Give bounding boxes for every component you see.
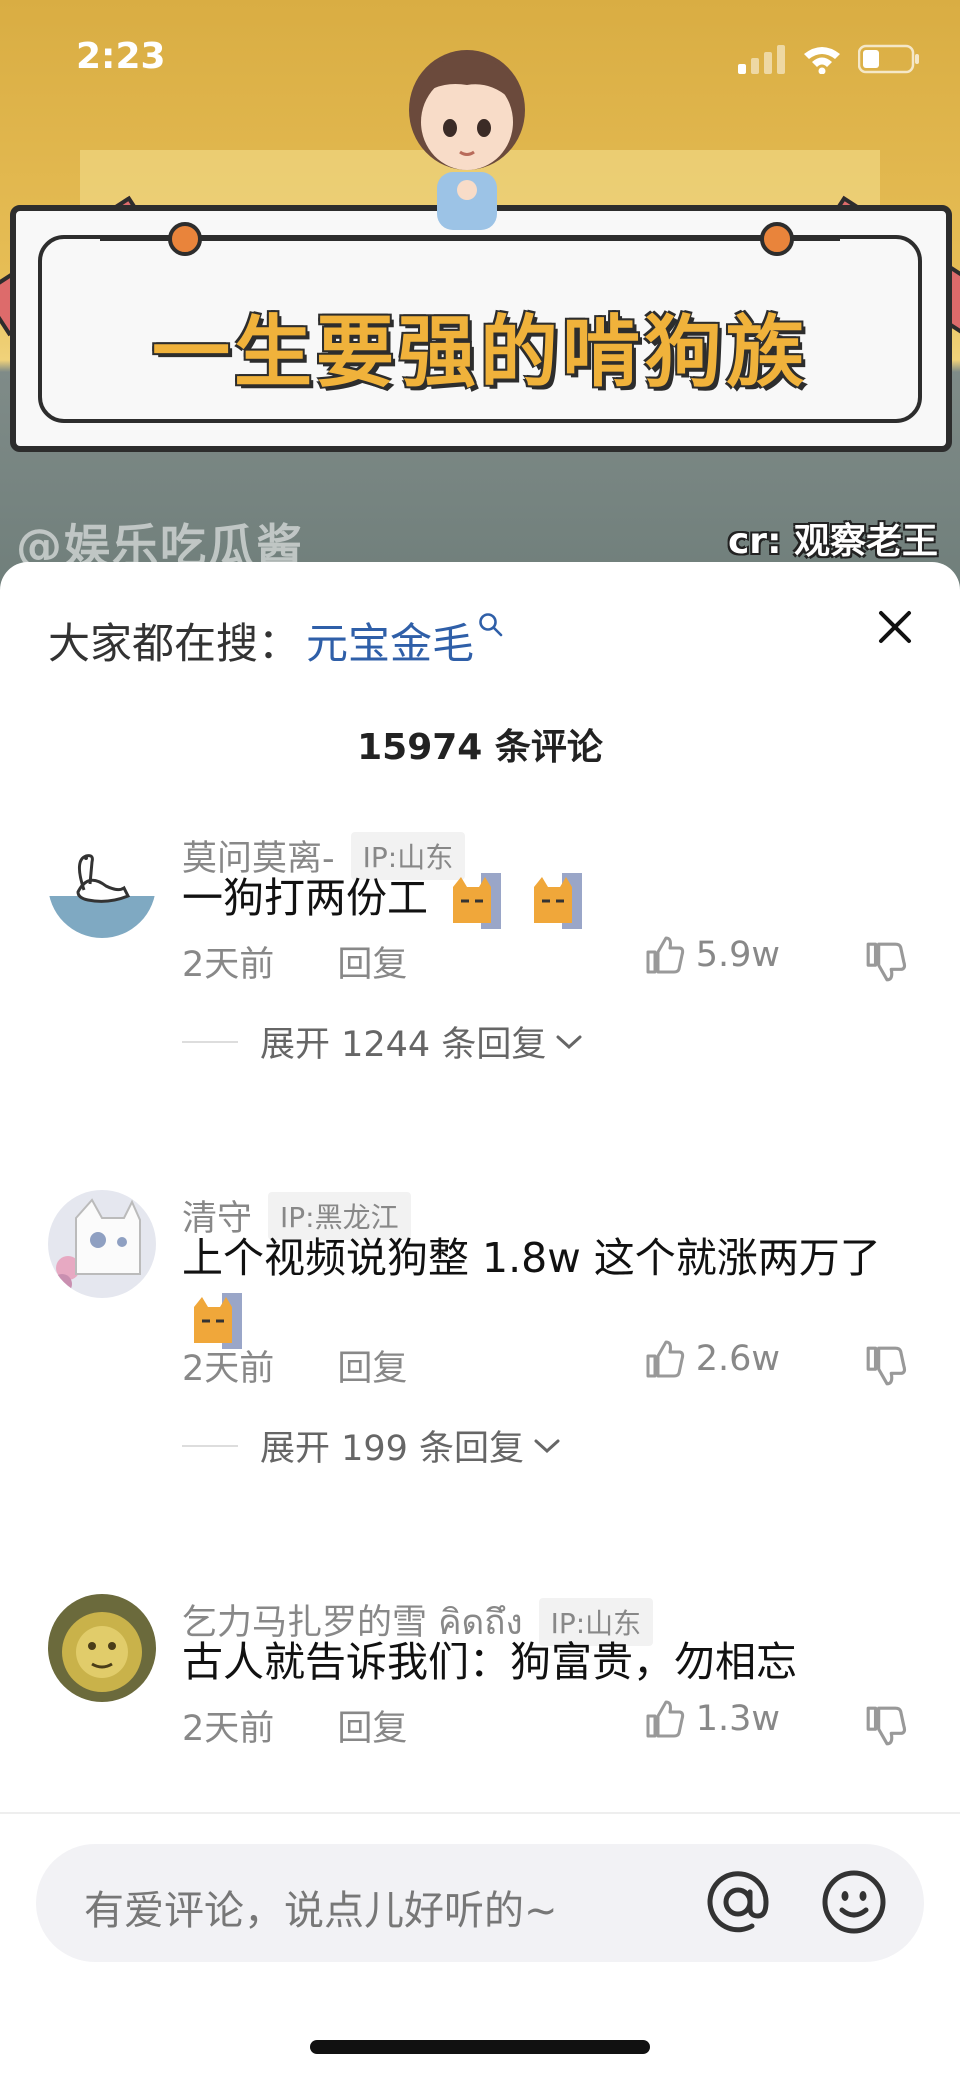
thumbs-up-icon [646, 1340, 684, 1378]
home-indicator[interactable] [310, 2040, 650, 2054]
cat-emoji-icon [453, 873, 502, 929]
video-credit: cr: 观察老王 [727, 521, 938, 562]
thumbs-down-icon[interactable] [864, 940, 908, 984]
reply-button[interactable]: 回复 [337, 945, 407, 985]
trending-keyword-link[interactable]: 元宝金毛 [306, 619, 474, 668]
expand-replies-button[interactable]: 展开 199 条回复 [182, 1420, 562, 1471]
expand-replies-label: 展开 1244 条回复 [260, 1025, 547, 1065]
comment-text: 上个视频说狗整 1.8w 这个就涨两万了 [182, 1228, 902, 1349]
avatar[interactable] [48, 1594, 156, 1702]
smile-icon[interactable] [818, 1866, 890, 1938]
cat-emoji-icon [534, 873, 583, 929]
chevron-down-icon [556, 1035, 582, 1049]
chevron-down-icon [534, 1439, 560, 1453]
thumbs-up-icon [646, 1700, 684, 1738]
comment-input-placeholder: 有爱评论，说点儿好听的~ [84, 1888, 558, 1934]
trending-search[interactable]: 大家都在搜： 元宝金毛 [48, 610, 504, 671]
sign-pin-left [168, 222, 202, 256]
sign-rope [100, 236, 840, 241]
close-icon[interactable] [868, 600, 922, 654]
comment-input[interactable]: 有爱评论，说点儿好听的~ [36, 1844, 924, 1962]
reply-button[interactable]: 回复 [337, 1709, 407, 1749]
comment-time: 2天前 [182, 945, 275, 985]
video-title: 一生要强的啃狗族 [151, 308, 808, 398]
comment-text: 一狗打两份工 [182, 868, 902, 929]
avatar[interactable] [48, 1190, 156, 1298]
like-button[interactable]: 1.3w [644, 1698, 780, 1740]
wifi-icon [804, 47, 840, 74]
reply-button[interactable]: 回复 [337, 1349, 407, 1389]
like-button[interactable]: 2.6w [644, 1338, 780, 1380]
expand-replies-button[interactable]: 展开 1244 条回复 [182, 1016, 584, 1067]
like-count: 2.6w [695, 1339, 780, 1379]
comment-text: 古人就告诉我们：狗富贵，勿相忘 [182, 1638, 797, 1686]
at-icon[interactable] [702, 1866, 774, 1938]
signal-icon [738, 45, 785, 74]
like-count: 5.9w [695, 935, 780, 975]
status-bar: 2:23 [0, 0, 960, 120]
thumbs-down-icon[interactable] [864, 1704, 908, 1748]
avatar[interactable] [48, 830, 156, 938]
like-button[interactable]: 5.9w [644, 934, 780, 976]
trending-label: 大家都在搜： [48, 619, 301, 668]
comment-time: 2天前 [182, 1709, 275, 1749]
thumbs-up-icon [646, 936, 684, 974]
thumbs-down-icon[interactable] [864, 1344, 908, 1388]
comment-count: 15974 条评论 [357, 727, 603, 768]
sign-pin-right [760, 222, 794, 256]
comment-input-bar: 有爱评论，说点儿好听的~ [0, 1812, 960, 2081]
battery-icon [858, 44, 919, 74]
comment-time: 2天前 [182, 1349, 275, 1389]
expand-replies-label: 展开 199 条回复 [260, 1429, 525, 1469]
search-icon[interactable] [478, 612, 504, 638]
status-time: 2:23 [76, 36, 166, 77]
like-count: 1.3w [695, 1699, 780, 1739]
